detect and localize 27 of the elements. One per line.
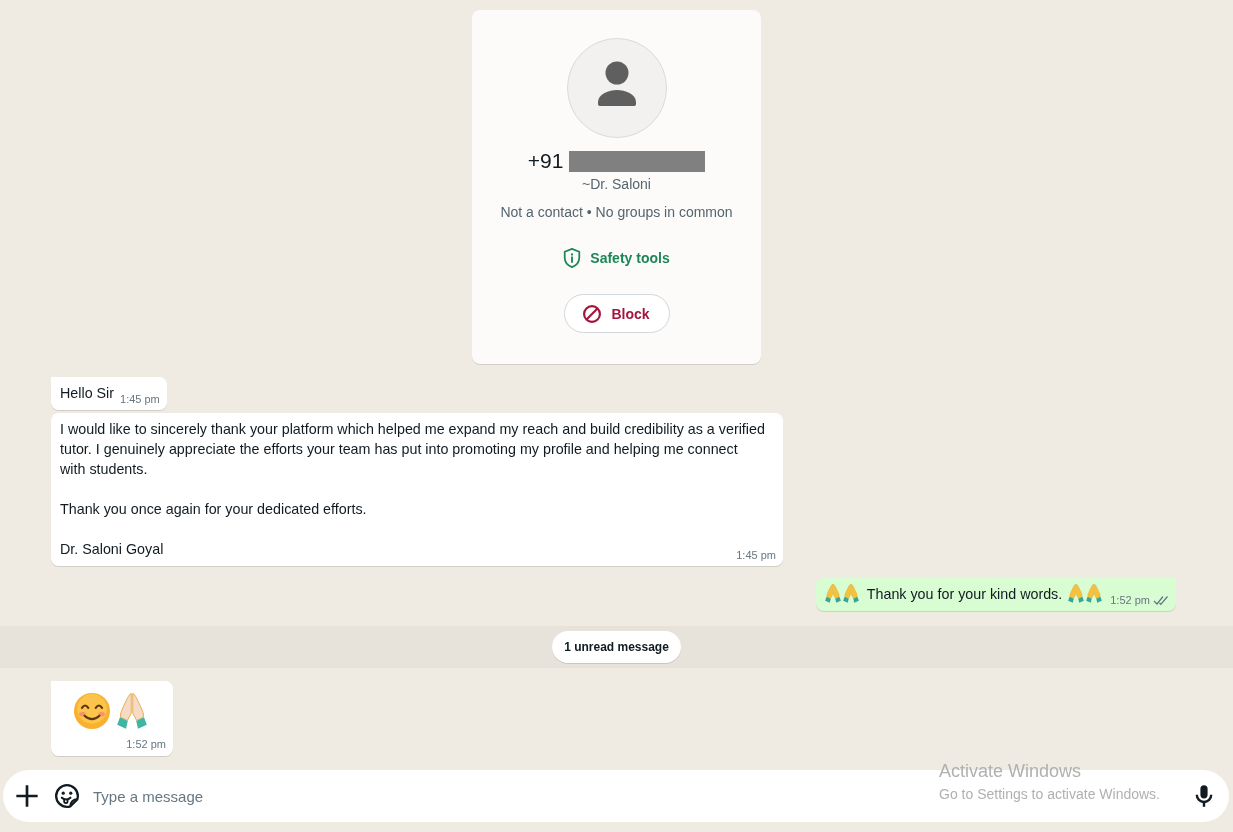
message-text: Hello Sir	[60, 385, 115, 401]
safety-tools-link[interactable]: Safety tools	[563, 246, 670, 270]
block-button[interactable]: Block	[563, 294, 670, 333]
block-icon	[583, 304, 602, 323]
message-text: Dr. Saloni Goyal	[60, 541, 164, 557]
smiling-face-icon	[74, 693, 110, 729]
message-time: 1:45 pm	[736, 548, 776, 563]
unread-messages-label: 1 unread message	[552, 631, 681, 663]
praying-hands-icon	[842, 584, 859, 603]
shield-info-icon	[563, 248, 582, 268]
plus-icon[interactable]	[15, 784, 39, 808]
message-time: 1:52 pm	[126, 737, 166, 752]
default-avatar-icon	[566, 38, 667, 138]
message-text: Thank you for your kind words.	[866, 586, 1063, 602]
sticker-icon[interactable]	[55, 784, 79, 808]
contact-name: ~Dr. Saloni	[582, 175, 651, 193]
phone-number: +91	[527, 150, 564, 172]
praying-hands-icon	[824, 584, 841, 603]
praying-hands-icon	[117, 693, 147, 729]
contact-info: Not a contact • No groups in common	[500, 203, 733, 221]
message-text: I would like to sincerely thank your platform which helped me expand my reach and build credibility as a verified tutor. I genuinely appreciate the efforts your team has put into promoting my profile and helping me connect with students.	[60, 421, 765, 477]
message-time: 1:52 pm	[1110, 593, 1150, 608]
message-time: 1:45 pm	[120, 392, 160, 407]
praying-hands-icon	[1086, 584, 1103, 603]
activation-notice-text: Go to Settings to activate Windows.	[939, 785, 1160, 803]
message-text: Thank you once again for your dedicated efforts.	[60, 501, 367, 517]
praying-hands-icon	[1068, 584, 1085, 603]
